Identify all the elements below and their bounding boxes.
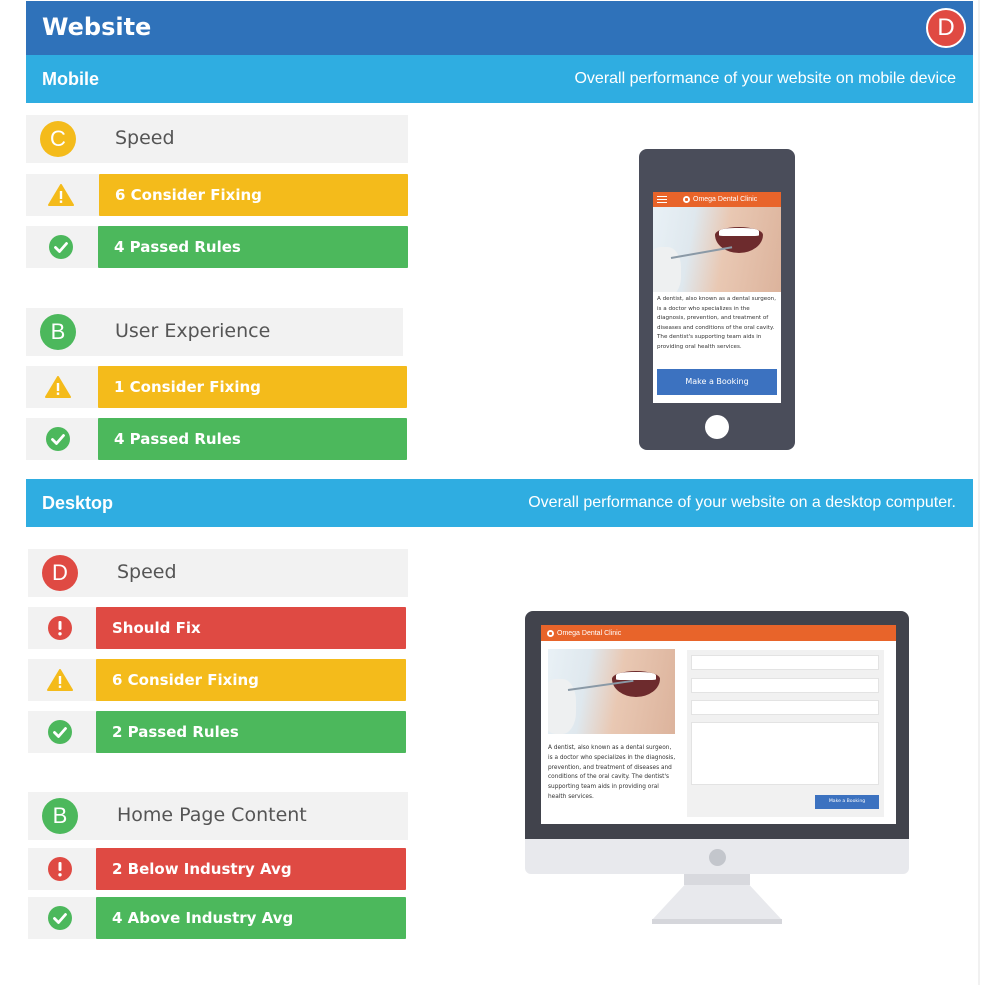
mobile-device-preview: Omega Dental Clinic A dentist, also know… bbox=[639, 149, 795, 450]
grade-badge: B bbox=[40, 314, 76, 350]
section-title-desktop: Desktop bbox=[42, 493, 114, 513]
tooth-logo-icon bbox=[547, 629, 554, 637]
overall-grade-badge: D bbox=[926, 8, 966, 48]
result-row[interactable]: 4 Above Industry Avg bbox=[28, 897, 406, 939]
form-field-3[interactable] bbox=[691, 700, 879, 715]
result-bar: 4 Passed Rules bbox=[98, 226, 408, 268]
page-title: Website bbox=[42, 13, 152, 41]
check-circle-icon bbox=[28, 711, 92, 753]
check-circle-icon bbox=[28, 897, 92, 939]
category-label: Speed bbox=[115, 127, 175, 149]
monitor-logo-dot bbox=[709, 849, 726, 866]
result-row[interactable]: 6 Consider Fixing bbox=[26, 174, 408, 216]
desktop-screen: Omega Dental Clinic A dentist, also know… bbox=[541, 625, 896, 824]
warning-icon bbox=[26, 174, 96, 216]
category-mobile-speed[interactable]: C Speed bbox=[26, 115, 408, 163]
result-bar: 4 Above Industry Avg bbox=[96, 897, 406, 939]
site-body-text: A dentist, also known as a dental surgeo… bbox=[657, 296, 776, 350]
result-bar: 1 Consider Fixing bbox=[98, 366, 407, 408]
dental-photo bbox=[548, 649, 675, 734]
result-bar: Should Fix bbox=[96, 607, 406, 649]
mobile-screen: Omega Dental Clinic A dentist, also know… bbox=[653, 192, 781, 403]
glove-shape bbox=[548, 679, 576, 734]
category-desktop-home-page-content[interactable]: B Home Page Content bbox=[28, 792, 408, 840]
form-field-1[interactable] bbox=[691, 655, 879, 670]
site-name: Omega Dental Clinic bbox=[693, 196, 758, 203]
result-row[interactable]: Should Fix bbox=[28, 607, 406, 649]
site-nav-bar: Omega Dental Clinic bbox=[541, 625, 896, 641]
booking-form: Make a Booking bbox=[687, 650, 884, 817]
desktop-section-bar: Desktop Overall performance of your webs… bbox=[26, 479, 973, 527]
warning-icon bbox=[26, 366, 90, 408]
monitor-stand bbox=[652, 885, 782, 920]
desktop-device-preview: Omega Dental Clinic A dentist, also know… bbox=[525, 611, 909, 839]
hamburger-menu-icon bbox=[657, 196, 667, 203]
home-button bbox=[705, 415, 729, 439]
teeth-shape bbox=[719, 228, 759, 236]
category-desktop-speed[interactable]: D Speed bbox=[28, 549, 408, 597]
category-label: User Experience bbox=[115, 320, 271, 342]
category-mobile-user-experience[interactable]: B User Experience bbox=[26, 308, 403, 356]
site-body-text: A dentist, also known as a dental surgeo… bbox=[548, 745, 676, 800]
form-field-2[interactable] bbox=[691, 678, 879, 693]
exclamation-circle-icon bbox=[28, 848, 92, 890]
result-row[interactable]: 6 Consider Fixing bbox=[28, 659, 406, 701]
exclamation-circle-icon bbox=[28, 607, 92, 649]
grade-badge: D bbox=[42, 555, 78, 591]
result-row[interactable]: 4 Passed Rules bbox=[26, 418, 407, 460]
category-label: Home Page Content bbox=[117, 804, 307, 826]
section-description-mobile: Overall performance of your website on m… bbox=[574, 70, 956, 87]
make-booking-button[interactable]: Make a Booking bbox=[815, 795, 879, 809]
result-bar: 2 Below Industry Avg bbox=[96, 848, 406, 890]
teeth-shape bbox=[616, 672, 656, 680]
section-title-mobile: Mobile bbox=[42, 69, 99, 89]
dental-mirror-shape bbox=[670, 246, 733, 259]
result-row[interactable]: 1 Consider Fixing bbox=[26, 366, 407, 408]
site-nav-bar: Omega Dental Clinic bbox=[653, 192, 781, 207]
result-row[interactable]: 4 Passed Rules bbox=[26, 226, 408, 268]
result-bar: 2 Passed Rules bbox=[96, 711, 406, 753]
result-row[interactable]: 2 Below Industry Avg bbox=[28, 848, 406, 890]
dental-photo bbox=[653, 207, 781, 292]
form-message-field[interactable] bbox=[691, 722, 879, 785]
mobile-section-bar: Mobile Overall performance of your websi… bbox=[26, 55, 973, 103]
monitor-stand-neck bbox=[684, 874, 750, 885]
website-header: Website D bbox=[26, 1, 973, 55]
grade-badge: B bbox=[42, 798, 78, 834]
glove-shape bbox=[653, 247, 681, 292]
warning-icon bbox=[28, 659, 92, 701]
result-bar: 6 Consider Fixing bbox=[99, 174, 408, 216]
section-description-desktop: Overall performance of your website on a… bbox=[528, 494, 956, 511]
monitor-stand-foot bbox=[652, 919, 782, 924]
result-row[interactable]: 2 Passed Rules bbox=[28, 711, 406, 753]
right-edge-rule bbox=[978, 0, 980, 985]
grade-badge: C bbox=[40, 121, 76, 157]
tooth-logo-icon bbox=[683, 196, 690, 203]
result-bar: 4 Passed Rules bbox=[98, 418, 407, 460]
category-label: Speed bbox=[117, 561, 177, 583]
check-circle-icon bbox=[26, 418, 90, 460]
site-name: Omega Dental Clinic bbox=[557, 629, 622, 637]
check-circle-icon bbox=[26, 226, 96, 268]
result-bar: 6 Consider Fixing bbox=[96, 659, 406, 701]
make-booking-button[interactable]: Make a Booking bbox=[657, 369, 777, 395]
